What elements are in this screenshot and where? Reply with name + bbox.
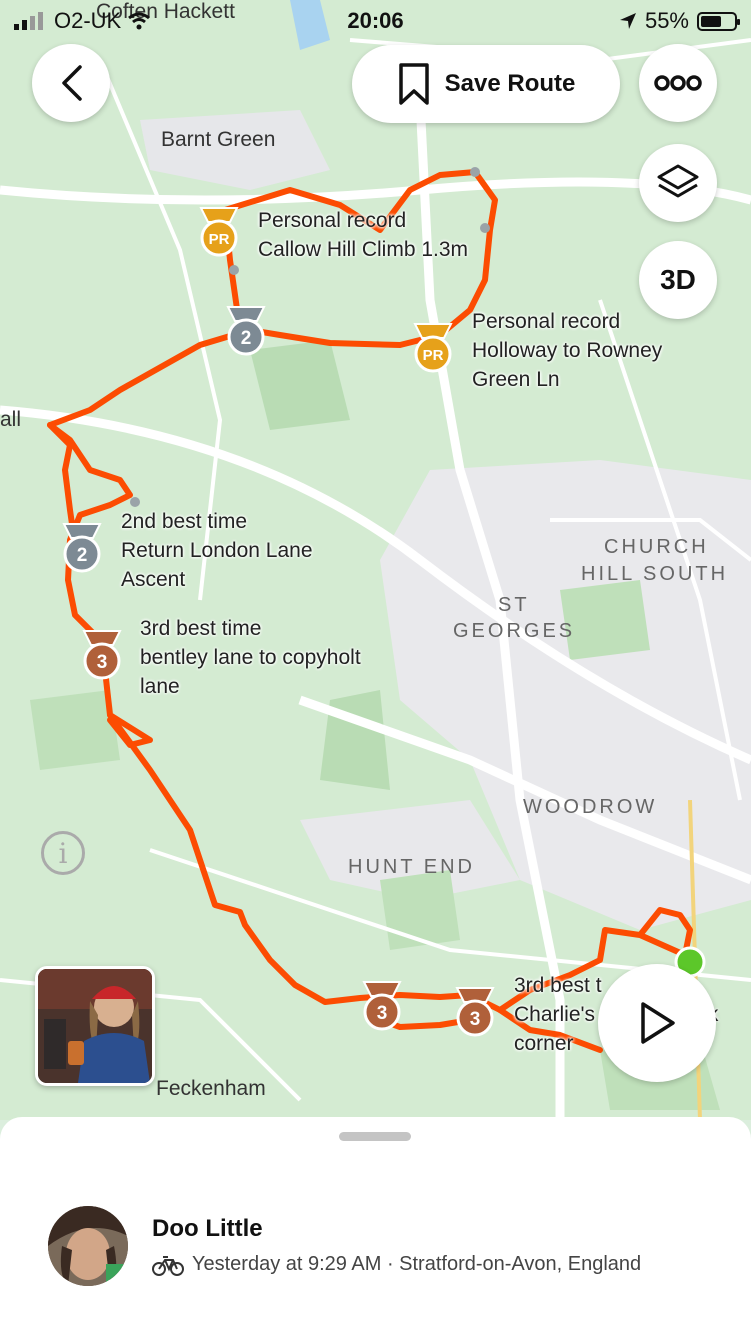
segment-name: Holloway to Rowney bbox=[472, 339, 663, 362]
status-bar: O2-UK 20:06 55% bbox=[0, 0, 751, 44]
map-label-barnt-green: Barnt Green bbox=[161, 128, 276, 151]
route-map[interactable]: Coften Hackett Barnt Green all CHURCH HI… bbox=[0, 0, 751, 1120]
medal-text: 3 bbox=[377, 1003, 388, 1024]
medal-text: PR bbox=[209, 231, 230, 248]
view-3d-button[interactable]: 3D bbox=[639, 241, 717, 319]
medal-text: 3 bbox=[97, 652, 108, 673]
activity-meta-text: Yesterday at 9:29 AM · Stratford-on-Avon… bbox=[192, 1253, 642, 1275]
map-label-church: CHURCH bbox=[604, 536, 709, 558]
segment-achievement: Personal record bbox=[258, 209, 407, 232]
medal-text: PR bbox=[423, 347, 444, 364]
location-arrow-icon bbox=[619, 13, 636, 29]
segment-label-london-lane[interactable]: 2nd best time Return London Lane Ascent bbox=[121, 507, 313, 594]
chevron-left-icon bbox=[62, 65, 82, 101]
activity-bottom-sheet[interactable]: Doo Little Yesterday at 9:29 AM · Stratf… bbox=[0, 1117, 751, 1335]
athlete-avatar[interactable] bbox=[48, 1206, 128, 1286]
map-label-all: all bbox=[0, 408, 22, 431]
avatar-image bbox=[48, 1206, 128, 1286]
pr-medal-icon[interactable]: PR bbox=[411, 322, 455, 374]
activity-meta: Yesterday at 9:29 AM · Stratford-on-Avon… bbox=[152, 1253, 641, 1276]
drag-handle[interactable] bbox=[339, 1132, 411, 1141]
silver-medal-icon[interactable]: 2 bbox=[224, 305, 268, 357]
medal-text: 2 bbox=[241, 328, 252, 349]
layers-icon bbox=[657, 164, 699, 198]
bronze-medal-icon[interactable]: 3 bbox=[80, 629, 124, 681]
pr-medal-icon[interactable]: PR bbox=[197, 206, 241, 258]
segment-achievement: 2nd best time bbox=[121, 510, 248, 533]
save-route-button[interactable]: Save Route bbox=[352, 45, 620, 123]
segment-label-holloway[interactable]: Personal record Holloway to Rowney Green… bbox=[472, 307, 662, 394]
view-3d-label: 3D bbox=[660, 264, 696, 295]
play-flyover-button[interactable] bbox=[598, 964, 716, 1082]
bronze-medal-icon[interactable]: 3 bbox=[360, 980, 404, 1032]
more-dots-icon bbox=[654, 75, 702, 91]
segment-achievement: Personal record bbox=[472, 310, 621, 333]
bronze-medal-icon[interactable]: 3 bbox=[453, 986, 497, 1038]
medal-text: 2 bbox=[77, 545, 88, 566]
segment-achievement: 3rd best time bbox=[140, 617, 262, 640]
map-background bbox=[0, 0, 751, 1120]
more-options-button[interactable] bbox=[639, 44, 717, 122]
map-label-feckenham: Feckenham bbox=[156, 1077, 266, 1100]
segment-label-bentley[interactable]: 3rd best time bentley lane to copyholt l… bbox=[140, 614, 361, 701]
medal-text: 3 bbox=[470, 1009, 481, 1030]
athlete-name[interactable]: Doo Little bbox=[152, 1215, 263, 1243]
segment-name: Return London Lane bbox=[121, 539, 313, 562]
segment-name-cont: Ascent bbox=[121, 568, 186, 591]
photo-image bbox=[38, 969, 152, 1083]
save-route-label: Save Route bbox=[444, 70, 576, 97]
activity-photo-thumbnail[interactable] bbox=[35, 966, 155, 1086]
bookmark-icon bbox=[398, 63, 429, 105]
segment-name-cont: Green Ln bbox=[472, 368, 560, 391]
map-label-st: ST bbox=[498, 594, 530, 616]
segment-name: bentley lane to copyholt bbox=[140, 646, 361, 669]
silver-medal-icon[interactable]: 2 bbox=[60, 522, 104, 574]
segment-name-cont: lane bbox=[140, 675, 180, 698]
map-layers-button[interactable] bbox=[639, 144, 717, 222]
map-label-hunt-end: HUNT END bbox=[348, 856, 475, 878]
map-label-georges: GEORGES bbox=[453, 620, 576, 642]
segment-name: Charlie's bbox=[514, 1003, 596, 1026]
battery-percent: 55% bbox=[644, 8, 689, 33]
back-button[interactable] bbox=[32, 44, 110, 122]
segment-label-callow[interactable]: Personal record Callow Hill Climb 1.3m bbox=[258, 206, 468, 264]
play-icon bbox=[641, 1002, 675, 1044]
battery-icon bbox=[697, 11, 740, 31]
map-label-hill-south: HILL SOUTH bbox=[581, 563, 729, 585]
segment-name: Callow Hill Climb 1.3m bbox=[258, 238, 469, 261]
bike-icon bbox=[152, 1255, 184, 1276]
map-label-woodrow: WOODROW bbox=[523, 796, 658, 818]
info-icon[interactable]: i bbox=[41, 831, 85, 875]
